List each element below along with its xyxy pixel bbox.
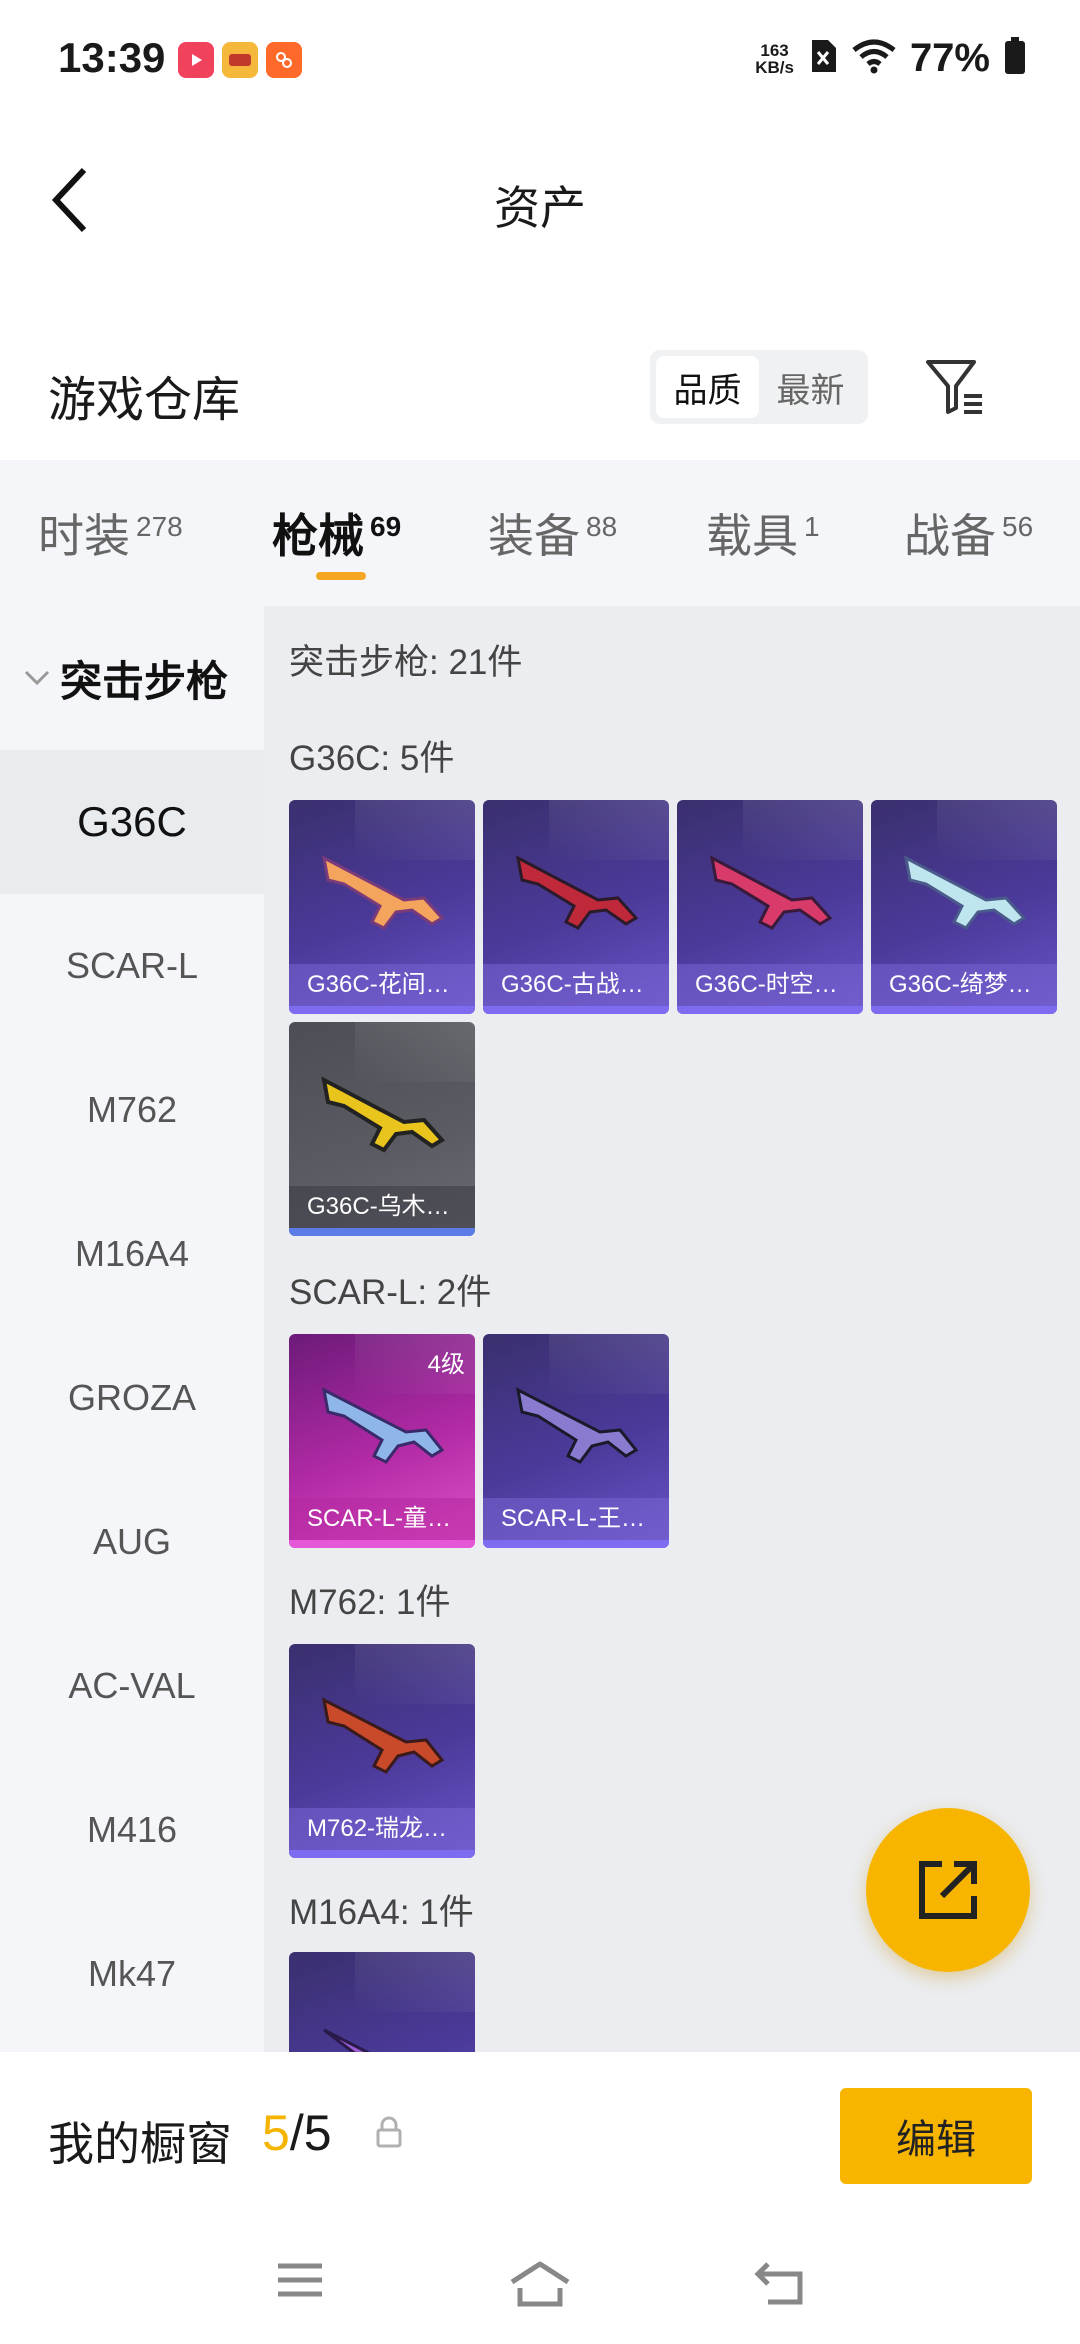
- weapon-card[interactable]: G36C-花间…: [289, 800, 475, 1014]
- weapon-card-label: SCAR-L-童…: [289, 1498, 475, 1540]
- weapon-image: [903, 855, 1027, 930]
- nav-group-assault-rifle[interactable]: 突击步枪: [0, 606, 264, 750]
- battery-icon: [1004, 37, 1026, 80]
- weapon-category-nav: 突击步枪 G36C SCAR-L M762 M16A4 GROZA AUG AC…: [0, 606, 264, 2052]
- section-title: M762: 1件: [289, 1583, 451, 1622]
- tab-fashion[interactable]: 时装 278: [38, 500, 183, 566]
- weapon-card[interactable]: G36C-古战…: [483, 800, 669, 1014]
- nav-item-groza[interactable]: GROZA: [0, 1326, 264, 1470]
- section-title: SCAR-L: 2件: [289, 1273, 492, 1312]
- weapon-image: [321, 1697, 445, 1774]
- weapon-image: [515, 1387, 639, 1464]
- page-title: 资产: [494, 182, 586, 234]
- sort-option-quality[interactable]: 品质: [656, 356, 759, 418]
- weapon-card-label: SCAR-L-王…: [483, 1498, 669, 1540]
- nav-item-g36c[interactable]: G36C: [0, 750, 264, 894]
- game-app-icon: [222, 42, 258, 78]
- sort-toggle: 品质 最新: [650, 350, 868, 424]
- wifi-icon: [852, 38, 896, 79]
- nav-item-m416[interactable]: M416: [0, 1758, 264, 1902]
- nav-item-m16a4[interactable]: M16A4: [0, 1182, 264, 1326]
- shop-app-icon: [266, 42, 302, 78]
- sort-option-latest[interactable]: 最新: [759, 356, 862, 418]
- nav-item-scar-l[interactable]: SCAR-L: [0, 894, 264, 1038]
- nav-item-aug[interactable]: AUG: [0, 1470, 264, 1614]
- nav-item-m762[interactable]: M762: [0, 1038, 264, 1182]
- warehouse-title: 游戏仓库: [48, 374, 241, 427]
- group-header: 突击步枪: 21件: [289, 643, 523, 682]
- section-title: M16A4: 1件: [289, 1893, 474, 1932]
- app-header: 资产: [0, 130, 1080, 270]
- weapon-card-label: M762-瑞龙…: [289, 1808, 475, 1850]
- weapon-card[interactable]: G36C-时空…: [677, 800, 863, 1014]
- filter-button[interactable]: [920, 352, 990, 422]
- active-tab-indicator: [316, 572, 366, 580]
- weapon-image: [709, 855, 833, 930]
- weapon-image: [321, 1387, 445, 1464]
- showcase-title: 我的橱窗: [48, 2118, 232, 2170]
- weapon-card-label: G36C-绮梦…: [871, 964, 1057, 1006]
- weapon-card[interactable]: G36C-乌木…: [289, 1022, 475, 1236]
- weapon-card[interactable]: [289, 1952, 475, 2052]
- showcase-bar: 我的橱窗 5/5 编辑: [0, 2052, 1080, 2212]
- chevron-down-icon: [24, 670, 50, 686]
- weapon-card-label: G36C-时空…: [677, 964, 863, 1006]
- weapon-image: [321, 1076, 446, 1153]
- tab-supplies[interactable]: 战备 56: [904, 500, 1033, 566]
- weapon-card-label: G36C-乌木…: [289, 1186, 475, 1228]
- weapon-card[interactable]: G36C-绮梦…: [871, 800, 1057, 1014]
- weapon-card-label: G36C-花间…: [289, 964, 475, 1006]
- weapon-image: [515, 855, 639, 930]
- section-title: G36C: 5件: [289, 739, 455, 778]
- system-nav-bar: [0, 2212, 1080, 2344]
- edit-button[interactable]: 编辑: [840, 2088, 1032, 2184]
- tab-firearms[interactable]: 枪械 69: [272, 500, 401, 566]
- share-fab-button[interactable]: [866, 1808, 1030, 1972]
- weapon-image: [323, 2028, 371, 2052]
- sim-off-icon: [808, 38, 838, 79]
- weapon-card-label: G36C-古战…: [483, 964, 669, 1006]
- back-nav-icon[interactable]: [754, 2260, 806, 2306]
- category-tabs: 时装 278 枪械 69 装备 88 载具 1 战备 56: [0, 460, 1080, 606]
- net-speed: 163 KB/s: [755, 40, 794, 77]
- nav-item-ac-val[interactable]: AC-VAL: [0, 1614, 264, 1758]
- share-icon: [919, 1861, 977, 1919]
- tab-equipment[interactable]: 装备 88: [488, 500, 617, 566]
- video-app-icon: [178, 42, 214, 78]
- weapon-card[interactable]: SCAR-L-王…: [483, 1334, 669, 1548]
- status-bar: 13:39 163 KB/s 77%: [0, 0, 1080, 120]
- showcase-count: 5/5: [262, 2105, 332, 2161]
- status-time: 13:39: [58, 34, 166, 81]
- weapon-card[interactable]: M762-瑞龙…: [289, 1644, 475, 1858]
- weapon-card[interactable]: 4级 SCAR-L-童…: [289, 1334, 475, 1548]
- lock-icon: [376, 2116, 402, 2148]
- status-app-icons: [178, 42, 302, 78]
- home-icon[interactable]: [508, 2260, 572, 2308]
- menu-icon[interactable]: [276, 2260, 324, 2300]
- battery-percent: 77%: [909, 36, 990, 80]
- weapon-image: [321, 855, 445, 930]
- tab-vehicles[interactable]: 载具 1: [706, 500, 820, 566]
- status-right: 163 KB/s 77%: [755, 36, 1026, 81]
- nav-item-mk47[interactable]: Mk47: [0, 1902, 264, 2046]
- filter-icon: [926, 360, 982, 414]
